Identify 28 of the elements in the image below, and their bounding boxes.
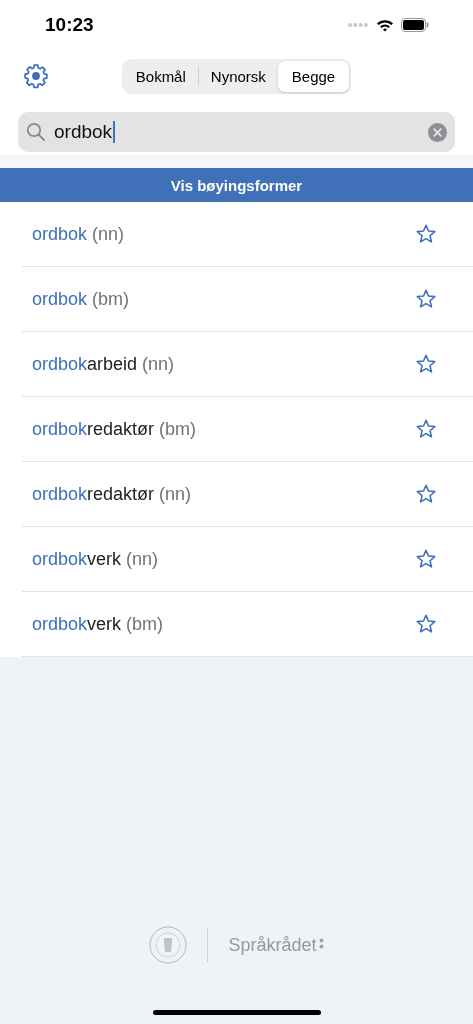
result-word[interactable]: ordbokredaktør (bm) (32, 418, 197, 440)
search-icon (26, 122, 46, 142)
battery-icon (401, 18, 429, 32)
result-word[interactable]: ordbokverk (nn) (32, 548, 159, 570)
clear-icon[interactable] (428, 122, 447, 142)
language-tab[interactable]: Nynorsk (198, 60, 278, 92)
signal-icon (347, 22, 369, 28)
result-word[interactable]: ordbokverk (bm) (32, 613, 164, 635)
result-word[interactable]: ordbok (bm) (32, 288, 130, 310)
star-icon[interactable] (415, 223, 437, 245)
wifi-icon (376, 18, 394, 32)
star-icon[interactable] (415, 548, 437, 570)
search-field[interactable]: ordbok (18, 112, 455, 152)
star-icon[interactable] (415, 483, 437, 505)
result-word[interactable]: ordbok (nn) (32, 223, 125, 245)
result-word[interactable]: ordbokredaktør (nn) (32, 483, 192, 505)
star-icon[interactable] (415, 613, 437, 635)
university-seal-icon (149, 926, 188, 964)
inflection-button[interactable]: Vis bøyingsformer (0, 168, 473, 202)
language-tab[interactable]: Bokmål (123, 60, 198, 92)
star-icon[interactable] (415, 288, 437, 310)
partner-logo-text: Språkrådet (228, 934, 317, 956)
star-icon[interactable] (415, 353, 437, 375)
star-icon[interactable] (415, 418, 437, 440)
status-time: 10:23 (45, 14, 94, 36)
result-word[interactable]: ordbokarbeid (nn) (32, 353, 175, 375)
settings-icon[interactable] (23, 63, 49, 89)
language-tab[interactable]: Begge (277, 60, 350, 92)
